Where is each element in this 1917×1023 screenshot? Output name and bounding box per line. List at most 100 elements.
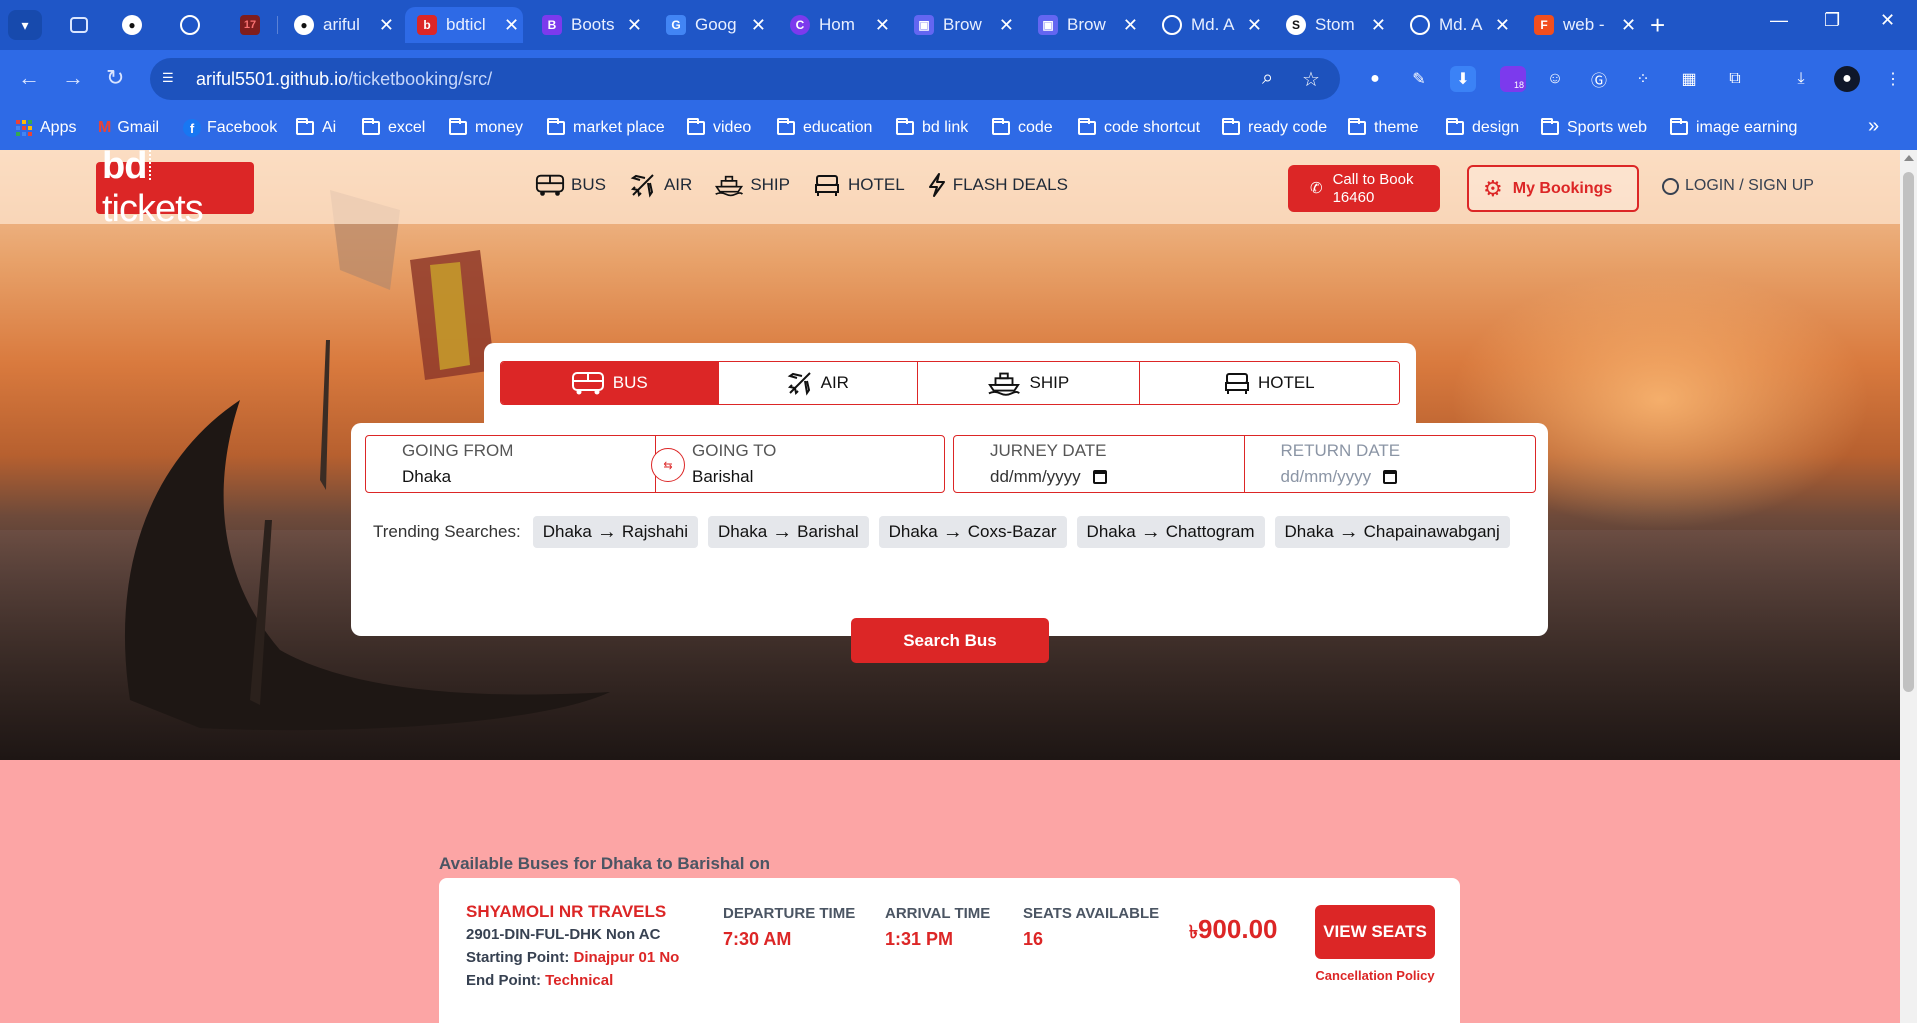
new-tab-button[interactable]: + — [1650, 10, 1665, 40]
calendar-icon[interactable] — [1092, 470, 1107, 484]
return-date-field[interactable]: RETURN DATE dd/mm/yyyy — [1243, 436, 1536, 492]
back-icon[interactable]: ← — [18, 65, 40, 91]
nav-ship[interactable]: SHIP — [714, 172, 790, 198]
bookmark-folder[interactable]: excel — [362, 118, 425, 137]
tab-13[interactable]: Md. A ✕ — [1398, 7, 1510, 43]
download-ext-icon[interactable]: ⬇ — [1450, 66, 1476, 92]
swap-icon[interactable]: ⇆ — [651, 448, 685, 482]
calendar-ext-icon[interactable]: ▦ — [1676, 66, 1702, 92]
downloads-icon[interactable]: ⤓ — [1788, 66, 1814, 92]
more-bookmarks-icon[interactable]: » — [1868, 115, 1879, 138]
journey-date-input[interactable]: dd/mm/yyyy — [990, 467, 1244, 487]
close-icon[interactable]: ✕ — [379, 15, 394, 36]
avatar[interactable]: ● — [1834, 66, 1860, 92]
bookmark-folder[interactable]: Ai — [296, 118, 336, 137]
browser-menu-icon[interactable]: ⋮ — [1880, 66, 1906, 92]
search-bus-button[interactable]: Search Bus — [851, 618, 1049, 663]
dots-ext-icon[interactable]: ⁘ — [1630, 66, 1656, 92]
tab-air[interactable]: AIR — [718, 362, 919, 404]
zoom-icon[interactable]: ⌕ — [1262, 67, 1273, 90]
bookmark-folder[interactable]: market place — [547, 118, 665, 137]
tab-5-active[interactable]: b bdticl ✕ — [405, 7, 523, 43]
bookmark-folder[interactable]: money — [449, 118, 523, 137]
smiley-ext-icon[interactable]: ☺ — [1542, 66, 1568, 92]
nav-bus[interactable]: BUS — [535, 172, 606, 198]
tab-2[interactable] — [168, 7, 208, 43]
restore-icon[interactable]: ❐ — [1824, 10, 1840, 31]
tab-6[interactable]: B Boots ✕ — [530, 7, 642, 43]
bdtickets-logo[interactable]: bdtickets — [96, 150, 254, 230]
close-icon[interactable]: ✕ — [999, 15, 1014, 36]
trending-chip[interactable]: Dhaka → Rajshahi — [532, 516, 699, 548]
bookmark-facebook[interactable]: f Facebook — [183, 119, 277, 137]
login-link[interactable]: LOGIN / SIGN UP — [1662, 177, 1814, 195]
to-field[interactable]: GOING TO Barishal — [655, 436, 944, 492]
tab-0[interactable] — [58, 7, 98, 43]
close-icon[interactable]: ✕ — [504, 15, 519, 36]
bookmark-folder[interactable]: code — [992, 118, 1053, 137]
reload-icon[interactable]: ↻ — [106, 65, 124, 91]
scroll-thumb[interactable] — [1903, 172, 1914, 692]
site-info-icon[interactable]: ☰ — [162, 70, 180, 88]
journey-date-field[interactable]: JURNEY DATE dd/mm/yyyy — [954, 436, 1244, 492]
eyedropper-icon[interactable]: ✎ — [1406, 66, 1432, 92]
window-close-icon[interactable]: ✕ — [1880, 10, 1895, 31]
nav-flash-deals[interactable]: FLASH DEALS — [927, 172, 1068, 198]
trending-chip[interactable]: Dhaka → Barishal — [708, 516, 869, 548]
tab-search-button[interactable]: ▾ — [8, 10, 42, 40]
return-date-input[interactable]: dd/mm/yyyy — [1281, 467, 1536, 487]
tab-9[interactable]: ▣ Brow ✕ — [902, 7, 1014, 43]
close-icon[interactable]: ✕ — [627, 15, 642, 36]
bookmark-folder[interactable]: bd link — [896, 118, 968, 137]
bookmark-folder[interactable]: image earning — [1670, 118, 1797, 137]
close-icon[interactable]: ✕ — [875, 15, 890, 36]
bookmark-folder[interactable]: design — [1446, 118, 1519, 137]
tab-10[interactable]: ▣ Brow ✕ — [1026, 7, 1138, 43]
tab-8[interactable]: C Hom ✕ — [778, 7, 890, 43]
extension-icon[interactable]: ● — [1362, 66, 1388, 92]
address-bar[interactable]: ☰ ariful5501.github.io/ticketbooking/src… — [150, 58, 1340, 100]
bookmark-folder[interactable]: ready code — [1222, 118, 1327, 137]
tab-4[interactable]: ● ariful ✕ — [282, 7, 394, 43]
bookmark-folder[interactable]: code shortcut — [1078, 118, 1200, 137]
close-icon[interactable]: ✕ — [1495, 15, 1510, 36]
close-icon[interactable]: ✕ — [1621, 15, 1636, 36]
bookmark-folder[interactable]: education — [777, 118, 872, 137]
tab-14[interactable]: F web - ✕ — [1522, 7, 1640, 43]
my-bookings-button[interactable]: ⚙ My Bookings — [1467, 165, 1639, 212]
puzzle-icon[interactable]: ⧉ — [1722, 66, 1748, 92]
page-scrollbar[interactable] — [1900, 150, 1917, 1023]
nav-hotel[interactable]: HOTEL — [812, 172, 905, 198]
bookmark-gmail[interactable]: M Gmail — [98, 119, 159, 137]
calendar-icon[interactable] — [1383, 470, 1398, 484]
tab-3[interactable]: 17 — [228, 7, 268, 43]
bookmark-folder[interactable]: video — [687, 118, 751, 137]
bookmark-folder[interactable]: Sports web — [1541, 118, 1647, 137]
grammarly-icon[interactable]: Ⓖ — [1586, 66, 1612, 92]
tab-11[interactable]: Md. A ✕ — [1150, 7, 1262, 43]
close-icon[interactable]: ✕ — [1371, 15, 1386, 36]
tab-ship[interactable]: SHIP — [918, 362, 1140, 404]
nav-air[interactable]: AIR — [628, 172, 692, 198]
tab-1[interactable]: ● — [110, 7, 150, 43]
minimize-icon[interactable]: — — [1770, 10, 1788, 31]
tab-7[interactable]: G Goog ✕ — [654, 7, 766, 43]
close-icon[interactable]: ✕ — [1247, 15, 1262, 36]
call-to-book-button[interactable]: ✆ Call to Book 16460 — [1288, 165, 1440, 212]
trending-chip[interactable]: Dhaka → Chattogram — [1076, 516, 1265, 548]
from-field[interactable]: GOING FROM Dhaka — [366, 436, 655, 492]
close-icon[interactable]: ✕ — [751, 15, 766, 36]
cancellation-policy-link[interactable]: Cancellation Policy — [1315, 968, 1435, 983]
trending-chip[interactable]: Dhaka → Coxs-Bazar — [878, 516, 1067, 548]
bookmark-star-icon[interactable]: ☆ — [1302, 67, 1320, 92]
bookmark-folder[interactable]: theme — [1348, 118, 1418, 137]
trending-chip[interactable]: Dhaka → Chapainawabganj — [1274, 516, 1510, 548]
tab-12[interactable]: S Stom ✕ — [1274, 7, 1386, 43]
bookmark-apps[interactable]: Apps — [16, 119, 76, 137]
close-icon[interactable]: ✕ — [1123, 15, 1138, 36]
tab-bus[interactable]: BUS — [501, 362, 719, 404]
badge-ext-icon[interactable]: 18 — [1500, 66, 1527, 92]
tab-hotel[interactable]: HOTEL — [1139, 362, 1399, 404]
scroll-up-icon[interactable] — [1904, 155, 1914, 161]
view-seats-button[interactable]: VIEW SEATS — [1315, 905, 1435, 959]
